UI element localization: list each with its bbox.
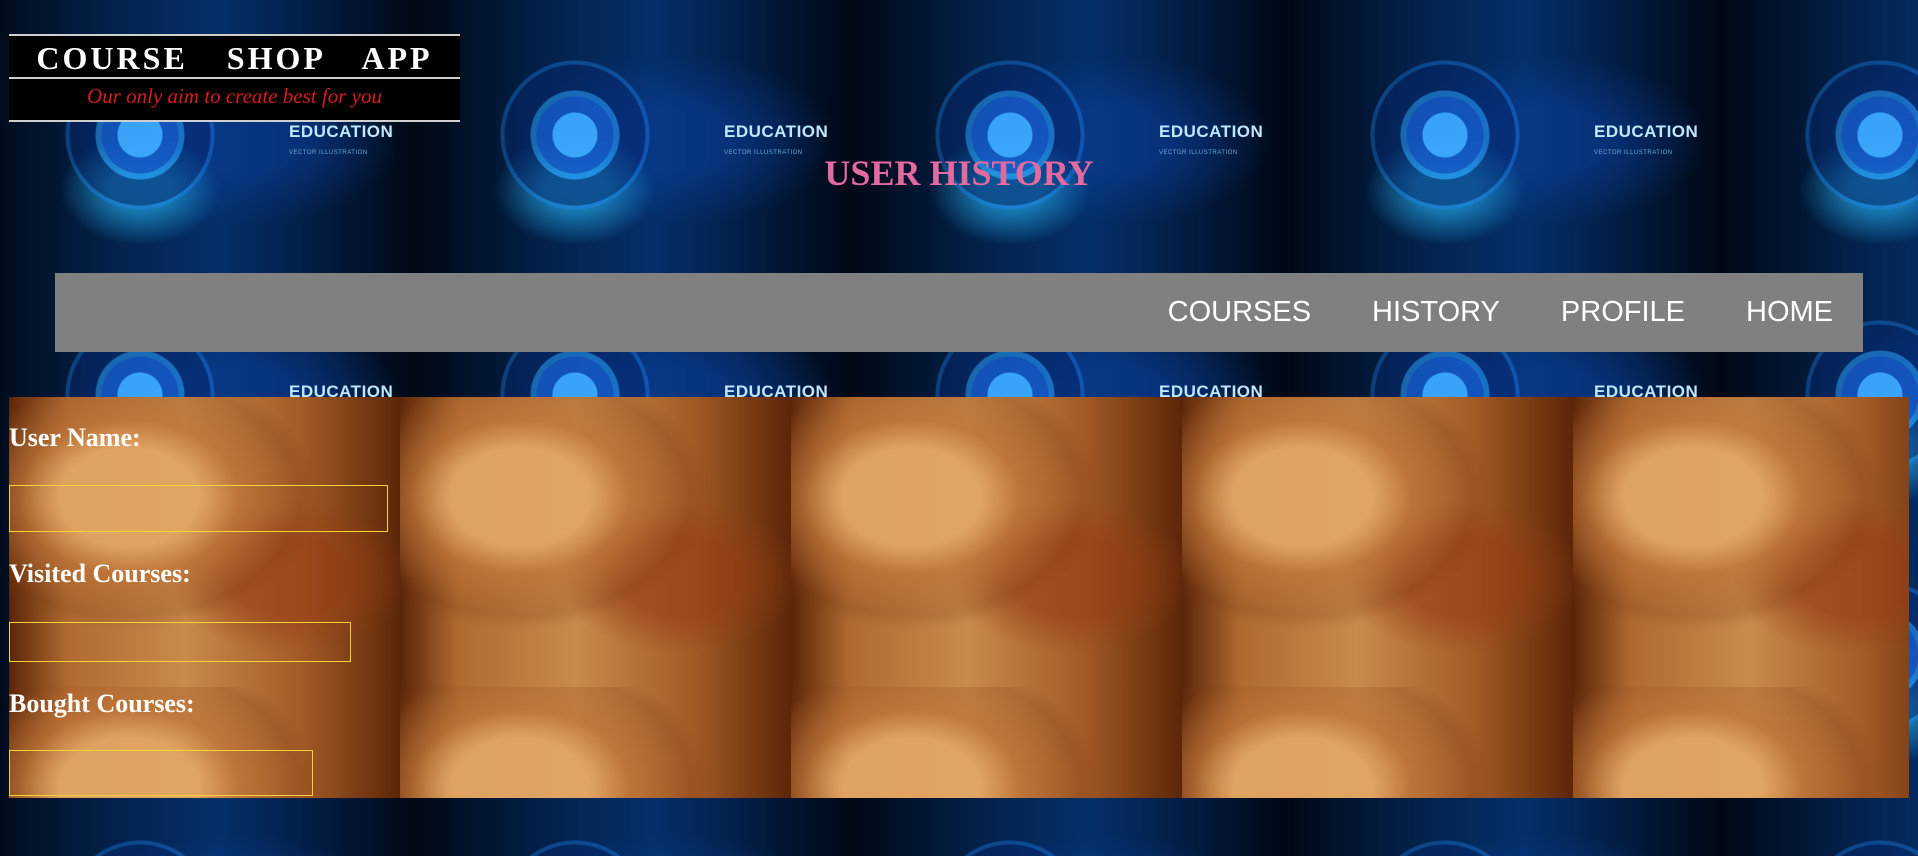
user-name-field[interactable]	[9, 485, 388, 532]
nav-link-history[interactable]: HISTORY	[1372, 296, 1500, 329]
user-name-label: User Name:	[9, 423, 141, 452]
logo-divider	[9, 77, 460, 79]
app-logo: COURSE SHOP APP Our only aim to create b…	[9, 34, 460, 122]
main-nav: COURSES HISTORY PROFILE HOME	[55, 273, 1863, 352]
page-title: USER HISTORY	[824, 153, 1094, 193]
nav-link-courses[interactable]: COURSES	[1168, 296, 1311, 329]
nav-link-profile[interactable]: PROFILE	[1561, 296, 1685, 329]
logo-title: COURSE SHOP APP	[36, 40, 433, 76]
visited-courses-field[interactable]	[9, 622, 351, 662]
tile-label: EDUCATION	[1159, 122, 1264, 141]
nav-link-home[interactable]: HOME	[1746, 296, 1833, 329]
tile-label: EDUCATION	[289, 122, 394, 141]
visited-courses-label: Visited Courses:	[9, 559, 191, 588]
history-panel: User Name: Visited Courses: Bought Cours…	[9, 397, 1909, 798]
logo-tagline: Our only aim to create best for you	[87, 84, 382, 108]
tile-label: EDUCATION	[724, 122, 829, 141]
bought-courses-field[interactable]	[9, 750, 313, 796]
bought-courses-label: Bought Courses:	[9, 689, 195, 718]
tile-label: EDUCATION	[1594, 122, 1699, 141]
